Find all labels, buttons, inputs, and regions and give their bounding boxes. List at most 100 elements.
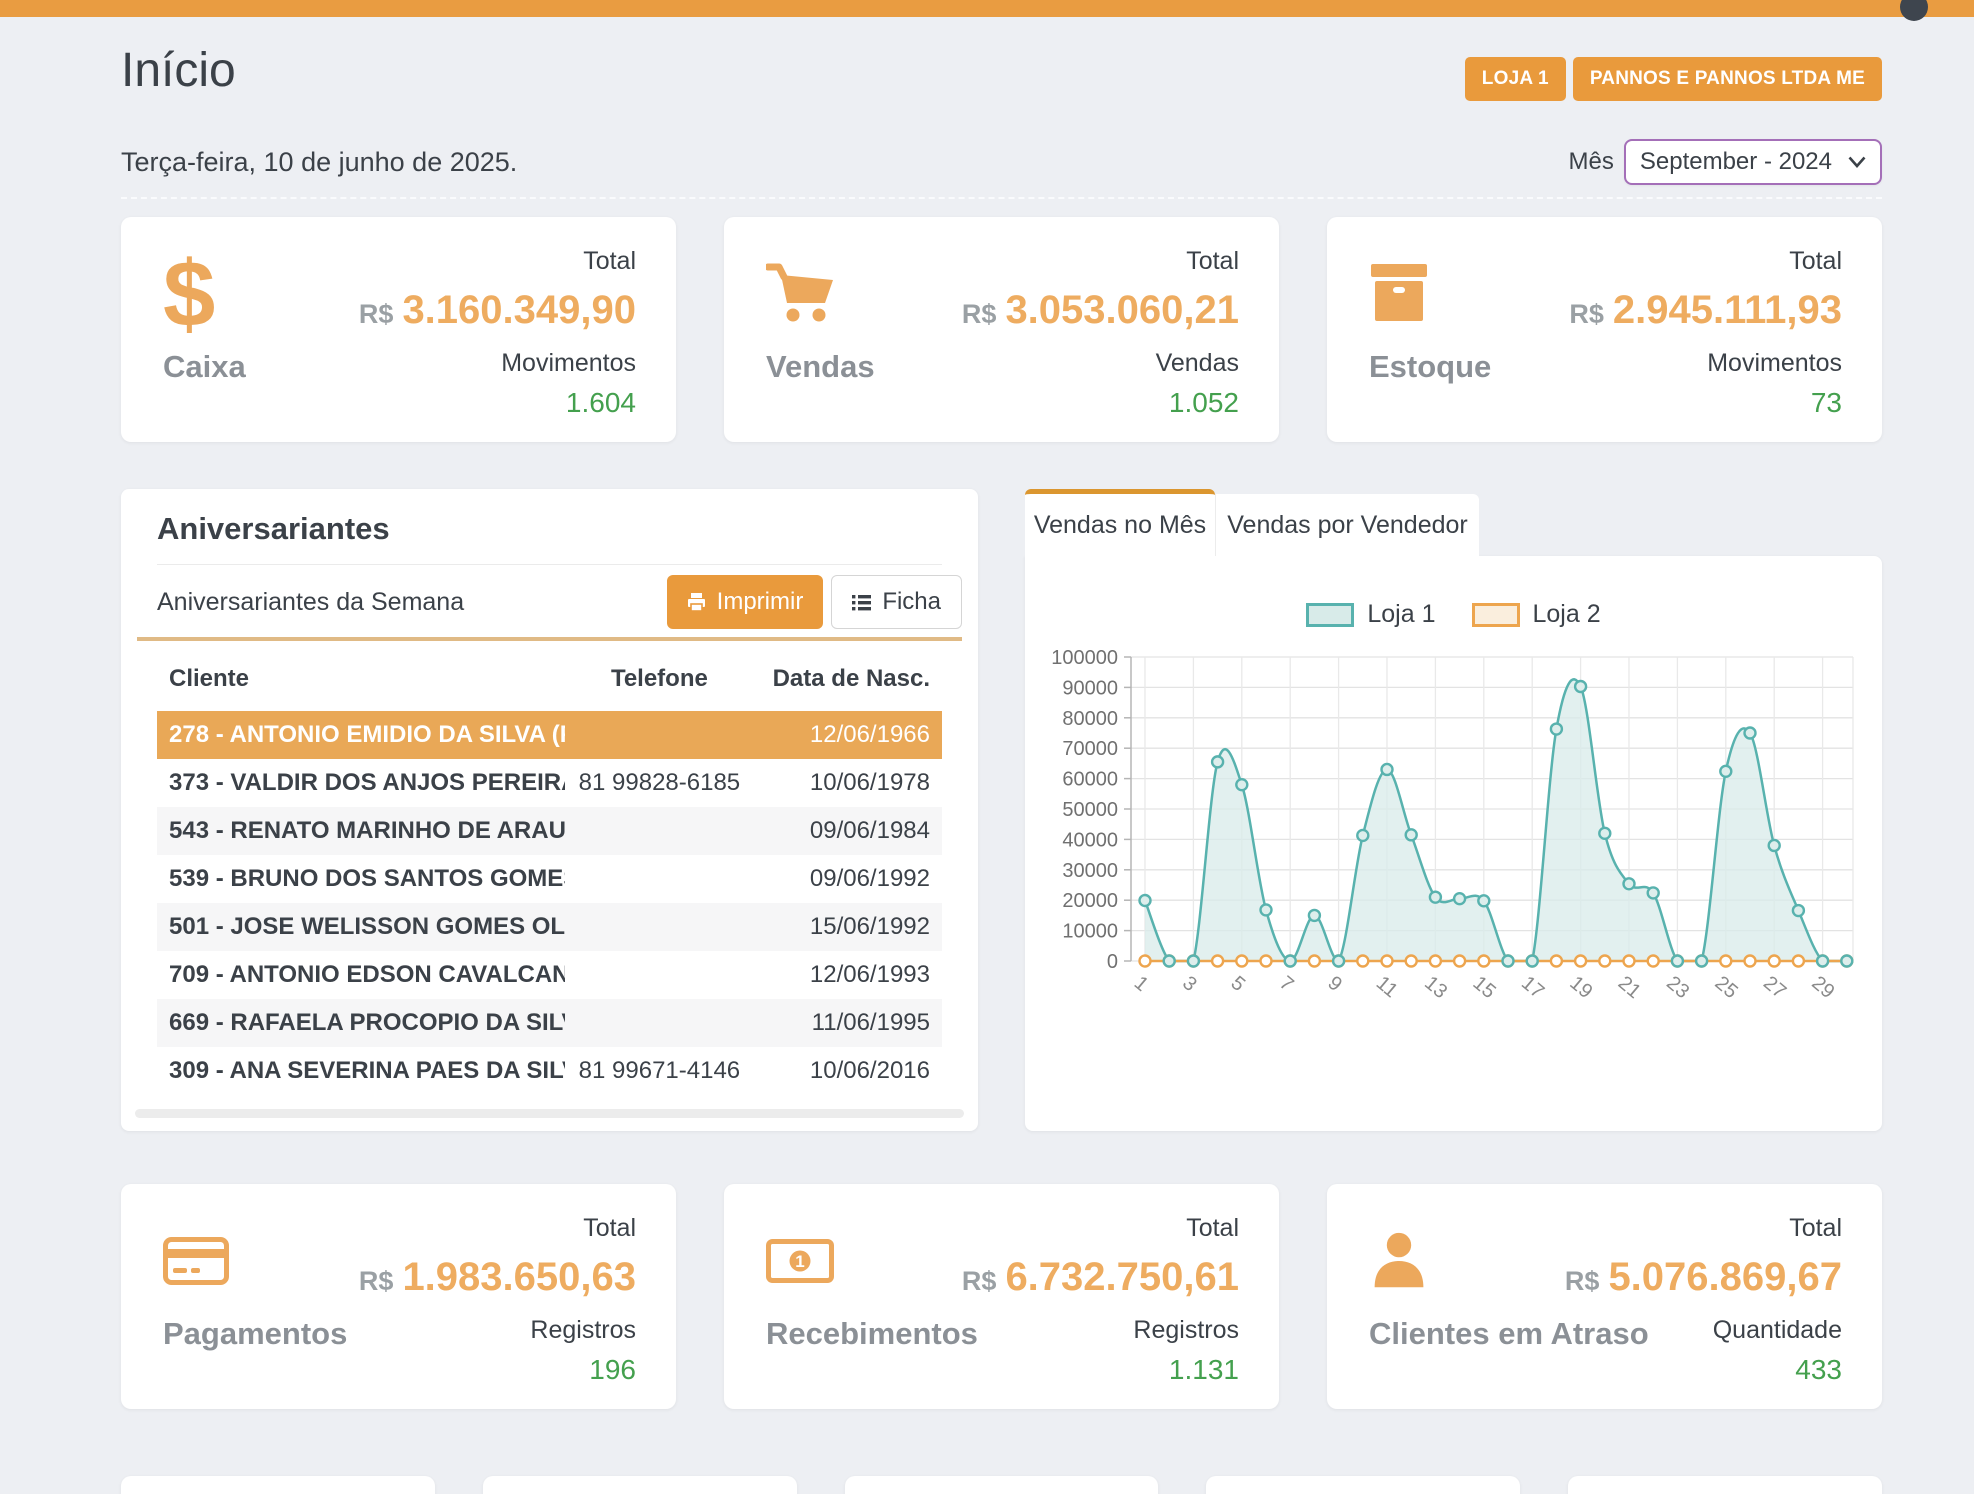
client-birthdate: 12/06/1966 — [754, 711, 942, 759]
card-label: Recebimentos — [766, 1316, 978, 1352]
client-birthdate: 10/06/2016 — [754, 1047, 942, 1095]
legend-item-loja1[interactable]: Loja 1 — [1306, 600, 1435, 629]
currency-prefix: R$ — [962, 299, 997, 329]
count-label: Movimentos — [1569, 349, 1842, 378]
table-row[interactable]: 539 - BRUNO DOS SANTOS GOMES 09/06/1992 — [157, 855, 942, 903]
month-label: Mês — [1569, 148, 1614, 176]
table-row[interactable]: 709 - ANTONIO EDSON CAVALCANTE D...12/06… — [157, 951, 942, 999]
svg-text:10000: 10000 — [1062, 921, 1118, 943]
card-label: Caixa — [163, 349, 246, 385]
currency-prefix: R$ — [962, 1266, 997, 1296]
table-row[interactable]: 543 - RENATO MARINHO DE ARAUJO (F... 09/0… — [157, 807, 942, 855]
total-value: 3.160.349,90 — [402, 288, 636, 332]
client-phone — [565, 951, 753, 999]
tab-vendas-por-vendedor[interactable]: Vendas por Vendedor — [1215, 494, 1479, 556]
svg-text:11: 11 — [1371, 972, 1401, 1002]
month-select[interactable]: September - 2024 — [1624, 139, 1882, 185]
usuarios-card: Usuários — [1206, 1476, 1520, 1494]
svg-text:13: 13 — [1420, 972, 1451, 1003]
table-row[interactable]: 669 - RAFAELA PROCOPIO DA SILVA CA...11/… — [157, 999, 942, 1047]
vendas-card: Vendas Total R$3.053.060,21 Vendas 1.052 — [724, 217, 1279, 442]
total-value: 6.732.750,61 — [1005, 1255, 1239, 1299]
store-button[interactable]: LOJA 1 — [1465, 57, 1566, 101]
birthdays-table: Cliente Telefone Data de Nasc. 278 - ANT… — [157, 665, 942, 1095]
client-name: 373 - VALDIR DOS ANJOS PEREIRA (AN... — [157, 759, 565, 807]
svg-text:20000: 20000 — [1062, 890, 1118, 912]
svg-text:30000: 30000 — [1062, 860, 1118, 882]
current-date: Terça-feira, 10 de junho de 2025. — [121, 147, 517, 178]
clientes-card: Clientes — [121, 1476, 435, 1494]
caixa-card: $ Caixa Total R$3.160.349,90 Movimentos … — [121, 217, 676, 442]
client-name: 669 - RAFAELA PROCOPIO DA SILVA CA... — [157, 999, 565, 1047]
table-row[interactable]: 501 - JOSE WELISSON GOMES OLIVEIR...15/0… — [157, 903, 942, 951]
cart-icon — [766, 263, 836, 325]
svg-text:7: 7 — [1274, 972, 1297, 996]
print-button[interactable]: Imprimir — [667, 575, 824, 629]
total-value: 1.983.650,63 — [402, 1255, 636, 1299]
horizontal-scrollbar[interactable] — [135, 1109, 964, 1118]
total-label: Total — [1565, 1214, 1842, 1243]
svg-text:27: 27 — [1758, 972, 1789, 1003]
dashed-separator — [121, 197, 1882, 199]
client-birthdate: 10/06/1978 — [754, 759, 942, 807]
client-name: 278 - ANTONIO EMIDIO DA SILVA (PALE... — [157, 711, 565, 759]
count-value: 1.604 — [359, 387, 636, 419]
total-value: 3.053.060,21 — [1005, 288, 1239, 332]
client-phone: 81 99671-4146 — [565, 1047, 753, 1095]
svg-text:60000: 60000 — [1062, 769, 1118, 791]
svg-text:19: 19 — [1565, 972, 1596, 1003]
estoque-card: Estoque Total R$2.945.111,93 Movimentos … — [1327, 217, 1882, 442]
currency-prefix: R$ — [359, 299, 394, 329]
svg-text:29: 29 — [1807, 972, 1838, 1003]
client-phone — [565, 807, 753, 855]
client-name: 539 - BRUNO DOS SANTOS GOMES — [157, 855, 565, 903]
sales-panel: Vendas no Mês Vendas por Vendedor Loja 1… — [1025, 489, 1882, 1131]
fornecedores-card: Fornecedores — [845, 1476, 1159, 1494]
box-icon — [1369, 264, 1429, 324]
recebimentos-card: 1 Recebimentos Total R$6.732.750,61 Regi… — [724, 1184, 1279, 1409]
table-row[interactable]: 373 - VALDIR DOS ANJOS PEREIRA (AN...81 … — [157, 759, 942, 807]
print-button-label: Imprimir — [717, 588, 804, 616]
svg-text:80000: 80000 — [1062, 708, 1118, 730]
header-accent-line — [137, 637, 962, 641]
help-circle-button[interactable] — [1900, 0, 1928, 21]
client-name: 543 - RENATO MARINHO DE ARAUJO (F... — [157, 807, 565, 855]
date-row: Terça-feira, 10 de junho de 2025. Mês Se… — [121, 139, 1882, 185]
svg-text:21: 21 — [1613, 972, 1644, 1003]
total-label: Total — [1569, 247, 1842, 276]
client-phone — [565, 855, 753, 903]
currency-prefix: R$ — [1569, 299, 1604, 329]
legend-item-loja2[interactable]: Loja 2 — [1472, 600, 1601, 629]
person-icon — [1369, 1231, 1429, 1291]
svg-text:9: 9 — [1323, 972, 1346, 996]
sales-chart-panel: Loja 1 Loja 2 01000020000300004000050000… — [1025, 556, 1882, 1131]
svg-text:70000: 70000 — [1062, 738, 1118, 760]
svg-text:25: 25 — [1710, 972, 1741, 1003]
svg-text:3: 3 — [1178, 972, 1201, 996]
birthdays-subtitle: Aniversariantes da Semana — [157, 588, 464, 617]
table-row[interactable]: 309 - ANA SEVERINA PAES DA SILVA81 99671… — [157, 1047, 942, 1095]
pagamentos-card: Pagamentos Total R$1.983.650,63 Registro… — [121, 1184, 676, 1409]
client-birthdate: 09/06/1984 — [754, 807, 942, 855]
list-icon — [852, 594, 871, 611]
tab-vendas-no-mes[interactable]: Vendas no Mês — [1025, 489, 1215, 556]
client-birthdate: 09/06/1992 — [754, 855, 942, 903]
company-button[interactable]: PANNOS E PANNOS LTDA ME — [1573, 57, 1882, 101]
legend-swatch-loja1 — [1306, 603, 1354, 627]
count-label: Registros — [359, 1316, 636, 1345]
count-value: 1.052 — [962, 387, 1239, 419]
count-label: Movimentos — [359, 349, 636, 378]
table-row[interactable]: 278 - ANTONIO EMIDIO DA SILVA (PALE... 12… — [157, 711, 942, 759]
total-label: Total — [359, 1214, 636, 1243]
svg-text:1: 1 — [1129, 972, 1152, 996]
total-value: 2.945.111,93 — [1613, 288, 1842, 332]
vendedores-card: Vendedores — [1568, 1476, 1882, 1494]
chevron-down-icon — [1848, 156, 1866, 168]
svg-text:5: 5 — [1226, 972, 1249, 996]
card-label: Vendas — [766, 349, 875, 385]
page-header: Início LOJA 1 PANNOS E PANNOS LTDA ME — [121, 43, 1882, 101]
legend-label-loja2: Loja 2 — [1533, 600, 1601, 629]
count-value: 196 — [359, 1354, 636, 1386]
ficha-button[interactable]: Ficha — [831, 575, 962, 629]
printer-icon — [687, 593, 706, 612]
